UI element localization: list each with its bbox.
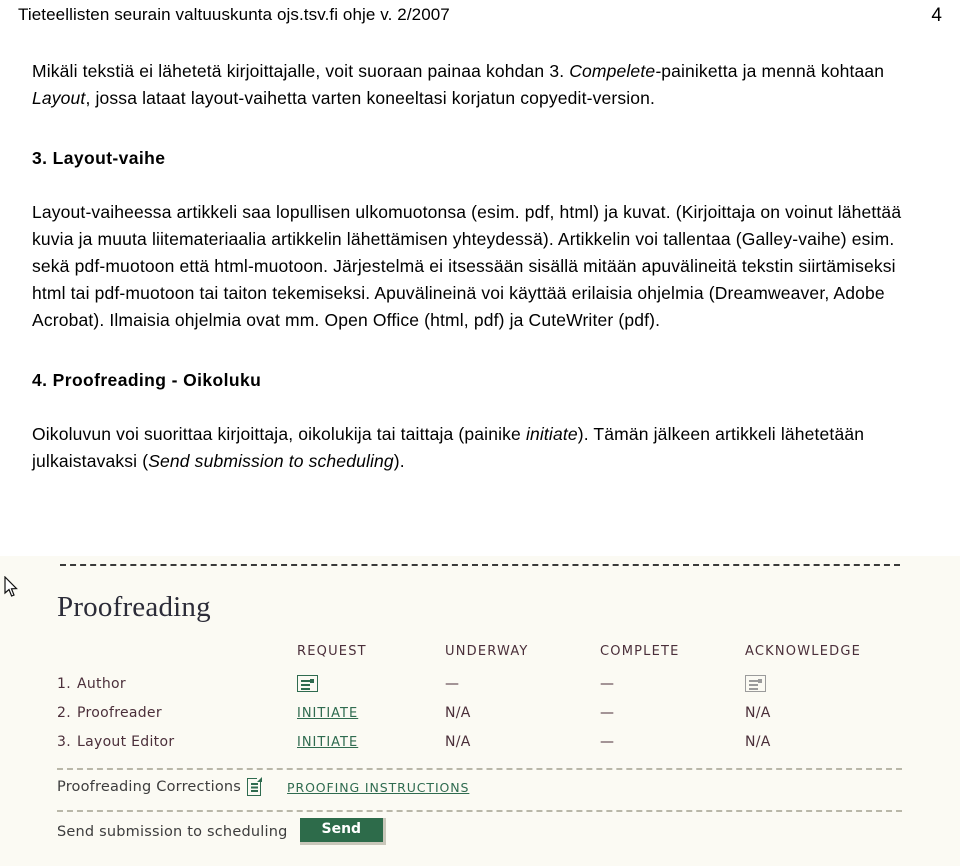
row-role-author: 1. Author (57, 675, 297, 705)
column-header-underway: UNDERWAY (445, 644, 529, 659)
underway-value: N/A (445, 734, 471, 750)
cell-request (297, 675, 445, 705)
divider-above-send (57, 810, 902, 812)
screenshot-top-divider (60, 564, 900, 566)
underway-value: — (445, 675, 460, 692)
table-row: 1. Author — — (57, 675, 887, 705)
row-role-layout-editor: 3. Layout Editor (57, 734, 297, 763)
acknowledge-value: N/A (745, 734, 771, 750)
row-role-proofreader: 2. Proofreader (57, 705, 297, 734)
send-submission-row: Send submission to scheduling Send (57, 818, 387, 846)
proof-emphasis-send-submission: Send submission to scheduling (148, 451, 394, 471)
cell-request: INITIATE (297, 734, 445, 763)
email-request-icon[interactable] (297, 675, 318, 692)
send-button[interactable]: Send (299, 818, 387, 846)
document-icon[interactable] (247, 777, 262, 796)
cell-complete: — (600, 705, 745, 734)
table-row: 3. Layout Editor INITIATE N/A — N/A (57, 734, 887, 763)
column-header-request: REQUEST (297, 644, 367, 659)
mouse-cursor-icon (4, 576, 18, 597)
proof-emphasis-initiate: initiate (525, 424, 578, 444)
proofreading-table: REQUEST UNDERWAY COMPLETE ACKNOWLEDGE 1.… (57, 644, 887, 763)
row-role-label: Layout Editor (77, 734, 175, 750)
page-header: Tieteellisten seurain valtuuskunta ojs.t… (18, 5, 942, 33)
proofreading-page-title: Proofreading (57, 591, 211, 623)
cell-acknowledge: N/A (745, 705, 887, 734)
intro-emphasis-compelete: Compelete- (569, 61, 662, 81)
proof-text-c: ). (393, 451, 405, 471)
cell-acknowledge (745, 675, 887, 705)
acknowledge-value: N/A (745, 705, 771, 721)
proofreading-corrections-row: Proofreading Corrections PROOFING INSTRU… (57, 777, 469, 796)
send-submission-label: Send submission to scheduling (57, 823, 288, 840)
cell-underway: N/A (445, 705, 600, 734)
section-heading-layout: 3. Layout-vaihe (32, 148, 166, 168)
row-number: 1. (57, 675, 71, 692)
proofing-instructions-link[interactable]: PROOFING INSTRUCTIONS (287, 780, 469, 795)
intro-paragraph: Mikäli tekstiä ei lähetetä kirjoittajall… (32, 58, 918, 112)
complete-value: — (600, 705, 615, 721)
cell-complete: — (600, 675, 745, 705)
proof-text-a: Oikoluvun voi suorittaa kirjoittaja, oik… (32, 424, 526, 444)
section-layout-body: Layout-vaiheessa artikkeli saa lopullise… (32, 202, 902, 330)
initiate-link-proofreader[interactable]: INITIATE (297, 706, 358, 721)
column-header-complete: COMPLETE (600, 644, 680, 659)
row-number: 2. (57, 705, 71, 721)
page-number: 4 (931, 5, 942, 26)
divider-above-corrections (57, 768, 902, 770)
intro-text-b: painiketta ja mennä kohtaan (661, 61, 885, 81)
document-header-title: Tieteellisten seurain valtuuskunta ojs.t… (18, 5, 450, 24)
row-role-label: Proofreader (77, 705, 162, 721)
complete-value: — (600, 675, 615, 692)
proofreading-corrections-label: Proofreading Corrections (57, 779, 242, 795)
table-row: 2. Proofreader INITIATE N/A — N/A (57, 705, 887, 734)
column-header-role (57, 644, 297, 675)
document-body: Mikäli tekstiä ei lähetetä kirjoittajall… (32, 58, 918, 475)
cell-request: INITIATE (297, 705, 445, 734)
intro-text-a: Mikäli tekstiä ei lähetetä kirjoittajall… (32, 61, 570, 81)
cell-underway: N/A (445, 734, 600, 763)
table-header-row: REQUEST UNDERWAY COMPLETE ACKNOWLEDGE (57, 644, 887, 675)
row-role-label: Author (77, 675, 126, 692)
proofreading-screenshot: Proofreading REQUEST UNDERWAY COMPLETE A… (0, 556, 960, 866)
column-header-acknowledge: ACKNOWLEDGE (745, 644, 862, 659)
section-proofreading-body: Oikoluvun voi suorittaa kirjoittaja, oik… (32, 421, 918, 475)
cell-underway: — (445, 675, 600, 705)
initiate-link-layout-editor[interactable]: INITIATE (297, 735, 358, 750)
cell-acknowledge: N/A (745, 734, 887, 763)
row-number: 3. (57, 734, 71, 750)
underway-value: N/A (445, 705, 471, 721)
email-acknowledge-icon (745, 675, 766, 692)
cell-complete: — (600, 734, 745, 763)
complete-value: — (600, 734, 615, 750)
intro-emphasis-layout: Layout (32, 88, 86, 108)
section-heading-proofreading: 4. Proofreading - Oikoluku (32, 370, 262, 390)
intro-text-c: , jossa lataat layout-vaihetta varten ko… (85, 88, 656, 108)
